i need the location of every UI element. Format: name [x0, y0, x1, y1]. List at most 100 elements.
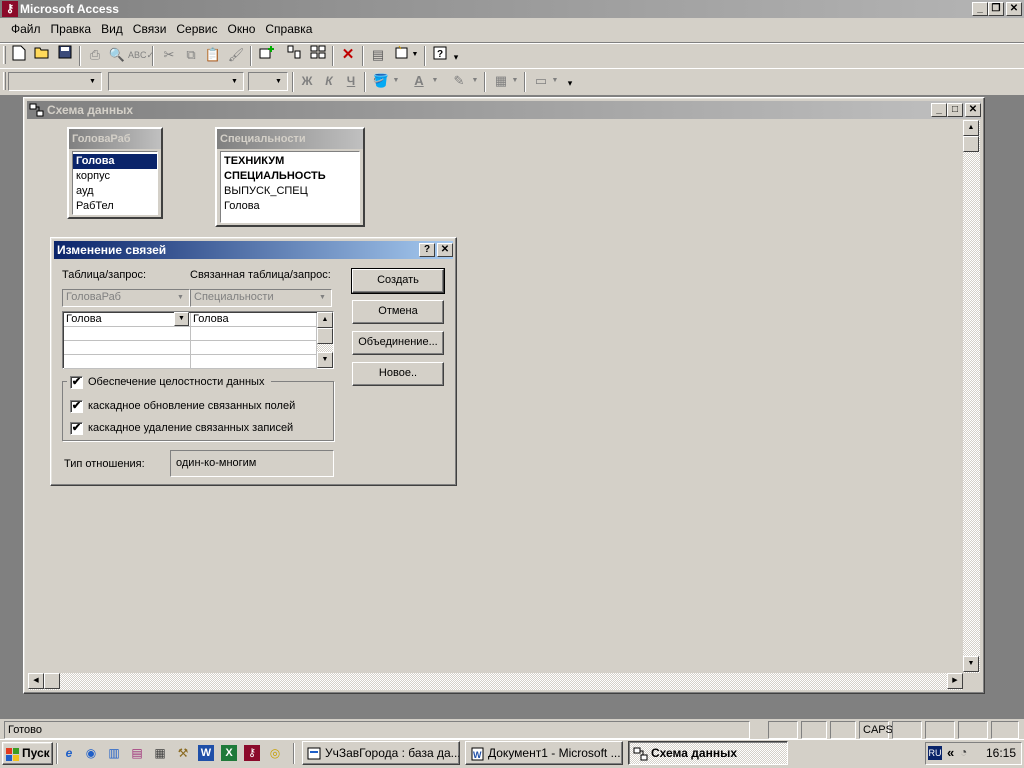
relationships-minimize-button[interactable]: _: [931, 103, 947, 117]
cancel-button[interactable]: Отмена: [352, 300, 444, 324]
create-button[interactable]: Создать: [351, 268, 445, 294]
menu-edit[interactable]: Правка: [46, 21, 97, 38]
field-item[interactable]: ТЕХНИКУМ: [221, 154, 359, 169]
table-golovarab-title[interactable]: ГоловаРаб: [69, 129, 161, 149]
menu-relationships[interactable]: Связи: [128, 21, 172, 38]
border-icon[interactable]: ▦: [490, 71, 512, 91]
font-color-dropdown-icon[interactable]: ▼: [430, 71, 440, 91]
field-item[interactable]: СПЕЦИАЛЬНОСТЬ: [221, 169, 359, 184]
table-specialnosti-fields[interactable]: ТЕХНИКУМ СПЕЦИАЛЬНОСТЬ ВЫПУСК_СПЕЦ Голов…: [220, 151, 360, 223]
table-golovarab[interactable]: ГоловаРаб Голова корпус ауд РабТел: [67, 127, 163, 219]
join-empty-cell[interactable]: [191, 341, 317, 355]
menu-help[interactable]: Справка: [260, 21, 317, 38]
font-color-icon[interactable]: A: [408, 71, 430, 91]
access-icon[interactable]: ⚷: [244, 745, 260, 761]
underline-button[interactable]: Ч: [340, 71, 362, 91]
join-empty-cell[interactable]: [64, 355, 191, 369]
border-dropdown-icon[interactable]: ▼: [510, 71, 520, 91]
join-empty-cell[interactable]: [64, 341, 191, 355]
grid-scrollbar[interactable]: ▲ ▼: [317, 312, 333, 368]
menu-file[interactable]: Файл: [6, 21, 46, 38]
grid-scroll-thumb[interactable]: [317, 328, 333, 344]
dialog-help-button[interactable]: ?: [419, 243, 435, 257]
join-type-button[interactable]: Объединение...: [352, 331, 444, 355]
vertical-scrollbar[interactable]: ▲ ▼: [963, 120, 980, 673]
menu-tools[interactable]: Сервис: [171, 21, 222, 38]
scanner-icon[interactable]: ▦: [152, 745, 168, 761]
tray-expand-button[interactable]: «: [947, 745, 954, 760]
field-item[interactable]: Голова: [221, 199, 359, 214]
relationships-title-bar[interactable]: Схема данных _ □ ✕: [27, 101, 981, 119]
help-icon[interactable]: ?: [430, 45, 452, 65]
table-specialnosti-title[interactable]: Специальности: [217, 129, 363, 149]
create-new-button[interactable]: Новое..: [352, 362, 444, 386]
bold-button[interactable]: Ж: [296, 71, 318, 91]
task-relationships[interactable]: Схема данных: [628, 741, 788, 765]
font-combo[interactable]: ▼: [108, 72, 244, 91]
app-restore-button[interactable]: ❐: [988, 2, 1004, 16]
fill-color-dropdown-icon[interactable]: ▼: [391, 71, 401, 91]
line-color-dropdown-icon[interactable]: ▼: [470, 71, 480, 91]
cascade-delete-checkbox[interactable]: ✔: [70, 422, 83, 435]
task-database[interactable]: УчЗавГорода : база да...: [302, 741, 460, 765]
horizontal-scroll-thumb[interactable]: [44, 673, 60, 689]
relationships-close-button[interactable]: ✕: [965, 103, 981, 117]
dialog-close-button[interactable]: ✕: [437, 243, 453, 257]
clock[interactable]: 16:15: [986, 746, 1016, 760]
excel-icon[interactable]: X: [221, 745, 237, 761]
archive-icon[interactable]: ▤: [129, 745, 145, 761]
integrity-label[interactable]: Обеспечение целостности данных: [88, 376, 264, 388]
ie-icon[interactable]: e: [61, 745, 77, 761]
join-empty-cell[interactable]: [191, 327, 317, 341]
cascade-delete-label[interactable]: каскадное удаление связанных записей: [88, 422, 293, 434]
app-minimize-button[interactable]: _: [972, 2, 988, 16]
scroll-down-button[interactable]: ▼: [963, 656, 979, 672]
task-word-document[interactable]: W Документ1 - Microsoft ...: [465, 741, 623, 765]
line-width-dropdown-icon[interactable]: ▼: [550, 71, 560, 91]
books-icon[interactable]: ▥: [106, 745, 122, 761]
language-indicator[interactable]: RU: [928, 746, 942, 760]
app-close-button[interactable]: ✕: [1006, 2, 1022, 16]
vertical-scroll-thumb[interactable]: [963, 136, 979, 152]
app-title-bar[interactable]: ⚷ Microsoft Access _ ❐ ✕: [0, 0, 1024, 18]
menu-window[interactable]: Окно: [222, 21, 260, 38]
table-specialnosti[interactable]: Специальности ТЕХНИКУМ СПЕЦИАЛЬНОСТЬ ВЫП…: [215, 127, 365, 227]
delete-icon[interactable]: ✕: [337, 45, 359, 65]
field-item[interactable]: РабТел: [73, 199, 157, 214]
join-right-field[interactable]: Голова: [191, 313, 317, 327]
field-item[interactable]: Голова: [73, 154, 157, 169]
cut-icon[interactable]: ✂: [158, 45, 180, 65]
show-direct-icon[interactable]: [283, 45, 305, 65]
size-grip[interactable]: [963, 673, 980, 690]
open-icon[interactable]: [31, 45, 53, 65]
word-icon[interactable]: W: [198, 745, 214, 761]
line-color-icon[interactable]: ✎: [448, 71, 470, 91]
scroll-right-button[interactable]: ▶: [947, 673, 963, 689]
save-icon[interactable]: [54, 45, 76, 65]
scroll-up-button[interactable]: ▲: [317, 312, 333, 328]
scroll-up-button[interactable]: ▲: [963, 120, 979, 136]
media-icon[interactable]: ◎: [267, 745, 283, 761]
show-all-icon[interactable]: [307, 45, 329, 65]
show-table-icon[interactable]: [256, 45, 278, 65]
fill-color-icon[interactable]: 🪣: [370, 71, 392, 91]
volume-icon[interactable]: ◔: [960, 745, 967, 759]
format-painter-icon[interactable]: 🖌: [225, 45, 247, 65]
join-empty-cell[interactable]: [64, 327, 191, 341]
join-empty-cell[interactable]: [191, 355, 317, 369]
print-preview-icon[interactable]: 🔍: [106, 45, 128, 65]
size-combo[interactable]: ▼: [248, 72, 288, 91]
print-icon[interactable]: ⎙: [84, 45, 106, 65]
line-width-icon[interactable]: ▭: [530, 71, 552, 91]
relationships-maximize-button[interactable]: □: [947, 103, 963, 117]
new-object-dropdown-icon[interactable]: ▼: [410, 45, 420, 65]
menu-view[interactable]: Вид: [96, 21, 128, 38]
copy-icon[interactable]: ⧉: [180, 45, 202, 65]
field-item[interactable]: корпус: [73, 169, 157, 184]
integrity-checkbox[interactable]: ✔: [70, 376, 83, 389]
properties-icon[interactable]: ▤: [367, 45, 389, 65]
help-dropdown-icon[interactable]: ▾: [452, 47, 460, 67]
outlook-icon[interactable]: ◉: [83, 745, 99, 761]
object-combo[interactable]: ▼: [8, 72, 102, 91]
italic-button[interactable]: К: [318, 71, 340, 91]
